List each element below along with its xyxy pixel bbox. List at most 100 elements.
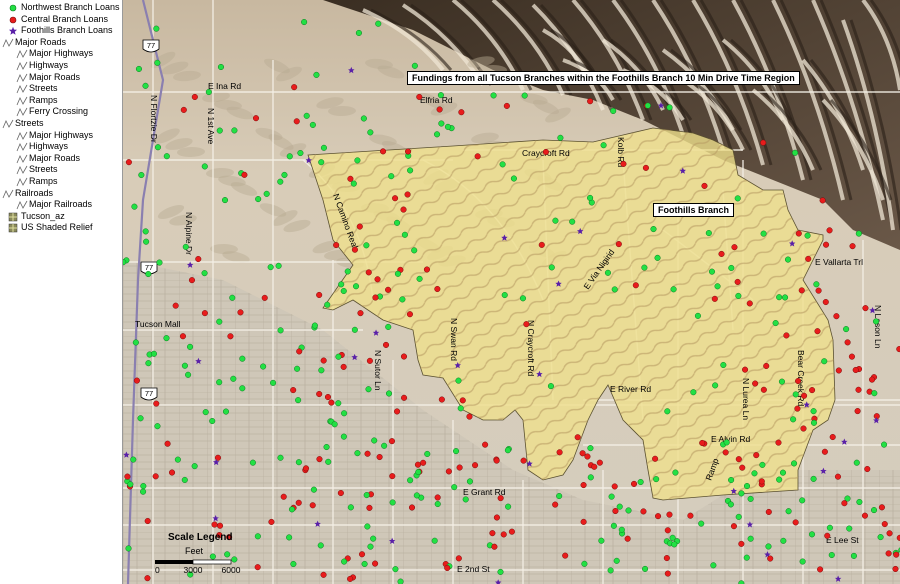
northwest-loan-point[interactable] <box>821 358 828 365</box>
northwest-loan-point[interactable] <box>154 59 161 66</box>
central-loan-point[interactable] <box>188 277 196 284</box>
central-loan-point[interactable] <box>124 473 131 480</box>
northwest-loan-point[interactable] <box>335 353 342 360</box>
central-loan-point[interactable] <box>591 463 598 470</box>
northwest-loan-point[interactable] <box>154 423 161 430</box>
central-loan-point[interactable] <box>401 394 408 401</box>
northwest-loan-point[interactable] <box>519 295 527 302</box>
northwest-loan-point[interactable] <box>452 448 460 455</box>
northwest-loan-point[interactable] <box>335 400 342 407</box>
central-loan-point[interactable] <box>800 425 807 432</box>
central-loan-point[interactable] <box>615 241 622 248</box>
northwest-loan-point[interactable] <box>690 389 697 396</box>
central-loan-point[interactable] <box>179 333 186 340</box>
central-loan-point[interactable] <box>133 377 140 384</box>
central-loan-point[interactable] <box>152 473 159 480</box>
northwest-loan-point[interactable] <box>397 578 404 584</box>
northwest-loan-point[interactable] <box>466 478 473 485</box>
northwest-loan-point[interactable] <box>290 560 297 568</box>
central-loan-point[interactable] <box>382 341 390 348</box>
central-loan-point[interactable] <box>886 530 893 537</box>
northwest-loan-point[interactable] <box>294 365 301 372</box>
northwest-loan-point[interactable] <box>202 409 209 416</box>
central-loan-point[interactable] <box>753 452 760 459</box>
central-loan-point[interactable] <box>523 321 530 328</box>
central-loan-point[interactable] <box>227 333 234 340</box>
northwest-loan-point[interactable] <box>371 437 378 444</box>
central-loan-point[interactable] <box>587 98 594 105</box>
northwest-loan-point[interactable] <box>437 92 444 99</box>
northwest-loan-point[interactable] <box>286 534 293 541</box>
northwest-loan-point[interactable] <box>239 355 246 362</box>
central-loan-point[interactable] <box>291 84 298 91</box>
northwest-loan-point[interactable] <box>501 292 508 299</box>
central-loan-point[interactable] <box>295 499 302 506</box>
northwest-loan-point[interactable] <box>569 218 576 225</box>
central-loan-point[interactable] <box>794 405 801 412</box>
northwest-loan-point[interactable] <box>625 507 632 514</box>
northwest-loan-point[interactable] <box>413 492 420 499</box>
central-loan-point[interactable] <box>380 148 387 155</box>
central-loan-point[interactable] <box>400 353 408 360</box>
northwest-loan-point[interactable] <box>714 283 721 290</box>
central-loan-point[interactable] <box>388 438 396 445</box>
central-loan-point[interactable] <box>760 386 767 393</box>
northwest-loan-point[interactable] <box>499 161 506 168</box>
northwest-loan-point[interactable] <box>351 326 358 333</box>
northwest-loan-point[interactable] <box>497 568 504 575</box>
northwest-loan-point[interactable] <box>295 459 302 466</box>
northwest-loan-point[interactable] <box>354 450 361 457</box>
central-loan-point[interactable] <box>718 250 725 257</box>
central-loan-point[interactable] <box>579 450 586 457</box>
northwest-loan-point[interactable] <box>610 522 617 529</box>
northwest-loan-point[interactable] <box>185 371 192 378</box>
northwest-loan-point[interactable] <box>254 533 261 540</box>
central-loan-point[interactable] <box>144 575 151 582</box>
northwest-loan-point[interactable] <box>743 554 750 561</box>
central-loan-point[interactable] <box>351 246 358 253</box>
central-loan-point[interactable] <box>829 433 836 441</box>
northwest-loan-point[interactable] <box>205 88 212 96</box>
northwest-loan-point[interactable] <box>363 492 370 499</box>
northwest-loan-point[interactable] <box>187 343 194 350</box>
northwest-loan-point[interactable] <box>877 534 884 541</box>
central-loan-point[interactable] <box>642 164 649 171</box>
northwest-loan-point[interactable] <box>799 558 806 565</box>
northwest-loan-point[interactable] <box>301 19 308 26</box>
northwest-loan-point[interactable] <box>295 397 302 404</box>
northwest-loan-point[interactable] <box>407 167 414 174</box>
central-loan-point[interactable] <box>404 191 411 198</box>
northwest-loan-point[interactable] <box>581 560 588 567</box>
northwest-loan-point[interactable] <box>352 283 360 290</box>
northwest-loan-point[interactable] <box>556 492 563 500</box>
northwest-loan-point[interactable] <box>608 493 615 500</box>
central-loan-point[interactable] <box>892 565 899 573</box>
northwest-loan-point[interactable] <box>145 270 152 278</box>
northwest-loan-point[interactable] <box>710 562 717 569</box>
northwest-loan-point[interactable] <box>132 339 139 346</box>
northwest-loan-point[interactable] <box>392 566 399 573</box>
central-loan-point[interactable] <box>711 295 718 302</box>
northwest-loan-point[interactable] <box>150 350 158 357</box>
northwest-loan-point[interactable] <box>154 144 162 151</box>
northwest-loan-point[interactable] <box>784 256 792 263</box>
central-loan-point[interactable] <box>542 148 549 156</box>
northwest-loan-point[interactable] <box>311 322 318 329</box>
northwest-loan-point[interactable] <box>521 92 528 99</box>
central-loan-point[interactable] <box>459 397 466 404</box>
central-loan-point[interactable] <box>805 255 812 262</box>
northwest-loan-point[interactable] <box>613 557 620 564</box>
northwest-loan-point[interactable] <box>765 543 772 550</box>
northwest-loan-point[interactable] <box>399 296 406 303</box>
northwest-loan-point[interactable] <box>870 507 878 514</box>
central-loan-point[interactable] <box>734 278 741 285</box>
central-loan-point[interactable] <box>663 555 670 562</box>
central-loan-point[interactable] <box>814 328 821 335</box>
central-loan-point[interactable] <box>896 346 900 353</box>
northwest-loan-point[interactable] <box>163 335 170 342</box>
northwest-loan-point[interactable] <box>344 268 351 275</box>
central-loan-point[interactable] <box>819 197 826 204</box>
central-loan-point[interactable] <box>611 483 618 490</box>
northwest-loan-point[interactable] <box>504 447 511 454</box>
central-loan-point[interactable] <box>852 366 859 374</box>
